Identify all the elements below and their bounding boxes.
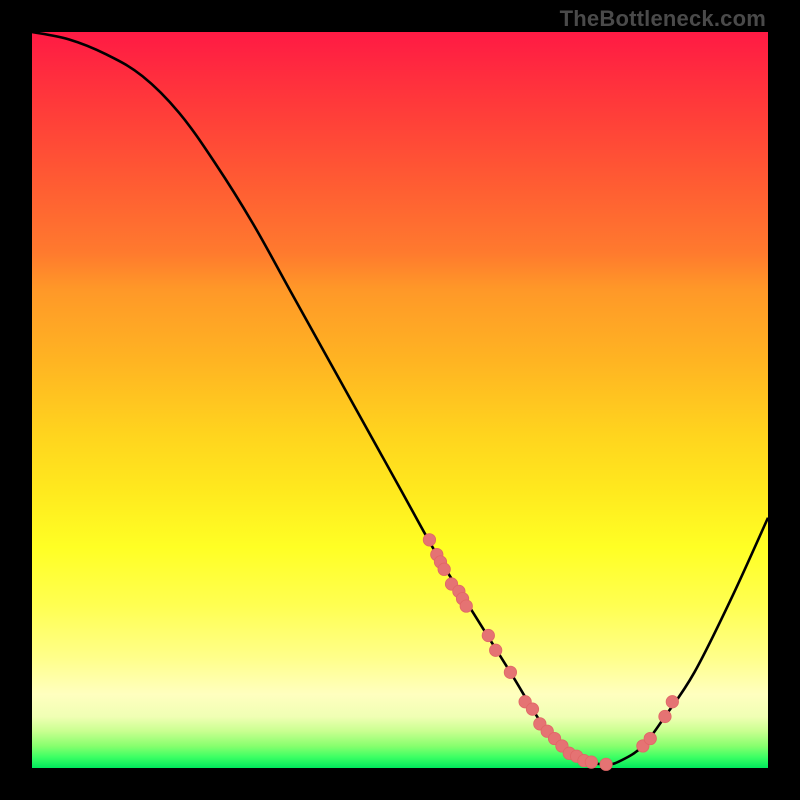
plot-area	[32, 32, 768, 768]
curve-layer	[32, 32, 768, 768]
attribution-text: TheBottleneck.com	[560, 6, 766, 32]
data-marker	[526, 703, 538, 715]
data-marker	[438, 563, 450, 575]
data-marker	[666, 696, 678, 708]
data-markers	[423, 534, 678, 771]
data-marker	[659, 710, 671, 722]
data-marker	[482, 629, 494, 641]
bottleneck-curve	[32, 32, 768, 764]
data-marker	[423, 534, 435, 546]
data-marker	[504, 666, 516, 678]
data-marker	[644, 732, 656, 744]
data-marker	[460, 600, 472, 612]
data-marker	[600, 758, 612, 770]
chart-frame: TheBottleneck.com	[0, 0, 800, 800]
data-marker	[489, 644, 501, 656]
data-marker	[585, 756, 597, 768]
